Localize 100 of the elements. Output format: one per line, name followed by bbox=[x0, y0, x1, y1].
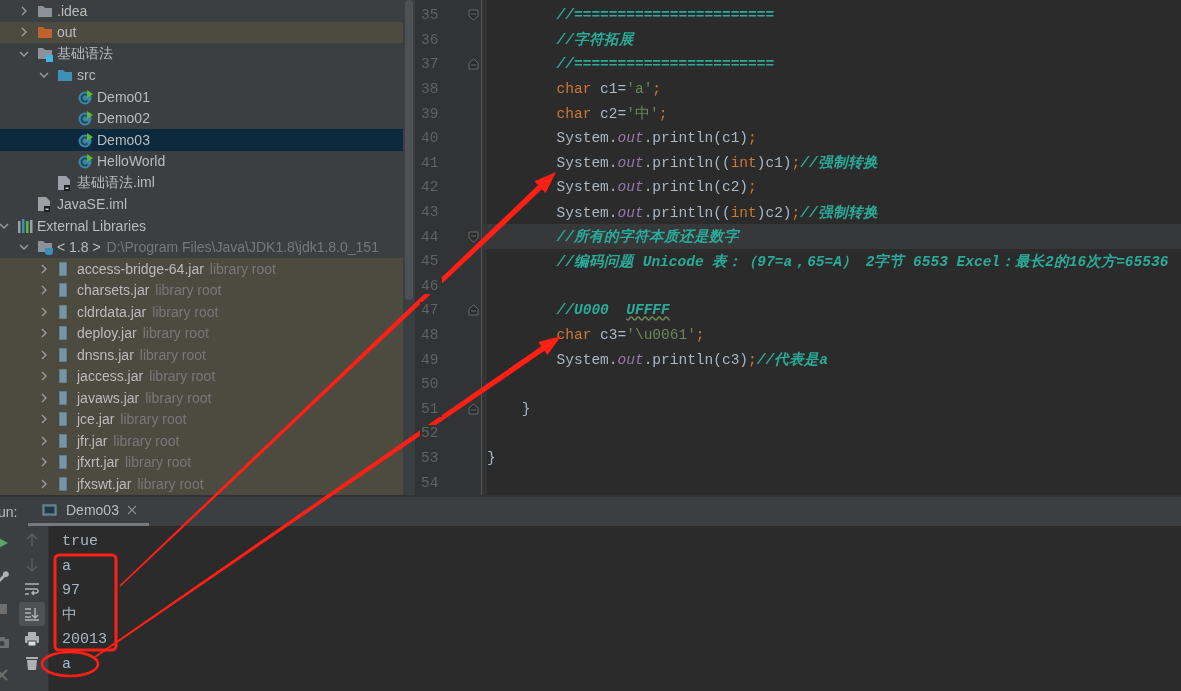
console-line: 97 bbox=[62, 581, 80, 601]
libraries-icon bbox=[17, 217, 35, 234]
chevron-right-icon[interactable] bbox=[39, 392, 49, 403]
code-line: char c2='中'; bbox=[555, 104, 668, 124]
module-folder-icon bbox=[37, 45, 53, 62]
code-line: //======================= bbox=[555, 7, 775, 24]
item-detail: library root bbox=[155, 282, 222, 299]
tree-item[interactable]: cldrdata.jar library root bbox=[0, 301, 403, 323]
item-detail: library root bbox=[139, 346, 206, 363]
fold-marker-icon[interactable] bbox=[467, 230, 479, 243]
jar-icon bbox=[57, 475, 69, 492]
jdk-folder-icon bbox=[37, 239, 55, 256]
chevron-right-icon[interactable] bbox=[39, 414, 49, 425]
jar-icon bbox=[57, 346, 69, 363]
jar-icon bbox=[57, 282, 69, 299]
tree-item[interactable]: 基础语法.iml bbox=[0, 172, 403, 194]
code-line: System.out.println(c2); bbox=[555, 179, 757, 196]
chevron-right-icon[interactable] bbox=[39, 371, 49, 382]
tree-item[interactable]: jaccess.jar library root bbox=[0, 365, 403, 387]
jar-icon bbox=[57, 389, 69, 406]
tree-item[interactable]: .idea bbox=[0, 0, 403, 22]
fold-marker-icon[interactable] bbox=[467, 58, 479, 71]
chevron-right-icon[interactable] bbox=[39, 349, 49, 360]
tree-item[interactable]: Demo01 bbox=[0, 86, 403, 108]
jar-icon bbox=[57, 432, 69, 449]
folder-icon bbox=[37, 25, 53, 40]
item-detail: library root bbox=[125, 454, 192, 471]
chevron-right-icon[interactable] bbox=[39, 285, 49, 296]
console-icon bbox=[42, 503, 58, 517]
chevron-right-icon[interactable] bbox=[19, 27, 29, 38]
console-line: 20013 bbox=[62, 630, 107, 650]
scroll-to-end-icon[interactable] bbox=[24, 606, 40, 623]
chevron-right-icon[interactable] bbox=[39, 478, 49, 489]
chevron-right-icon[interactable] bbox=[39, 435, 49, 446]
tree-item[interactable]: jfr.jar library root bbox=[0, 430, 403, 452]
tree-item[interactable]: jfxswt.jar library root bbox=[0, 473, 403, 495]
console-line: a bbox=[62, 556, 71, 577]
folder-icon bbox=[57, 68, 73, 83]
item-detail: library root bbox=[209, 260, 276, 277]
console-line: true bbox=[62, 532, 98, 552]
tree-item[interactable]: < 1.8 > D:\Program Files\Java\JDK1.8\jdk1.8.0_151 bbox=[0, 236, 403, 258]
jar-icon bbox=[57, 411, 69, 428]
tree-item[interactable]: dnsns.jar library root bbox=[0, 344, 403, 366]
item-detail: library root bbox=[120, 411, 187, 428]
tree-item[interactable]: Demo02 bbox=[0, 107, 403, 129]
tree-item[interactable]: access-bridge-64.jar library root bbox=[0, 258, 403, 280]
annotation-ellipse bbox=[40, 650, 100, 678]
chevron-right-icon[interactable] bbox=[19, 5, 29, 16]
tree-item[interactable]: JavaSE.iml bbox=[0, 193, 403, 215]
item-detail: library root bbox=[149, 368, 216, 385]
code-line: System.out.println((int)c1);//强制转换 bbox=[555, 153, 878, 173]
tree-item[interactable]: Demo03 bbox=[0, 129, 403, 151]
chevron-right-icon[interactable] bbox=[39, 306, 49, 317]
tree-item[interactable]: javaws.jar library root bbox=[0, 387, 403, 409]
code-line: //字符拓展 bbox=[555, 30, 634, 50]
code-line: //所有的字符本质还是数字 bbox=[555, 227, 739, 247]
close-icon[interactable] bbox=[126, 505, 137, 515]
chevron-right-icon[interactable] bbox=[39, 457, 49, 468]
jar-icon bbox=[57, 303, 69, 320]
tree-item[interactable]: 基础语法 bbox=[0, 43, 403, 65]
jar-icon bbox=[57, 325, 69, 342]
folder-icon bbox=[37, 3, 53, 18]
trash-icon[interactable] bbox=[24, 655, 40, 672]
printer-icon[interactable] bbox=[24, 630, 40, 647]
code-line: //编码问题 Unicode 表：（97=a，65=A） 2字节 6553 Excel：最长2的16次方=65536 bbox=[555, 252, 1169, 271]
console-line: 中 bbox=[62, 605, 77, 626]
tree-item[interactable]: src bbox=[0, 64, 403, 86]
item-detail: library root bbox=[145, 389, 212, 406]
tree-item[interactable]: HelloWorld bbox=[0, 150, 403, 172]
item-detail: library root bbox=[137, 475, 204, 492]
tree-item[interactable]: External Libraries bbox=[0, 215, 403, 237]
code-line: char c3='\u0061'; bbox=[555, 327, 705, 343]
code-line: System.out.println(c1); bbox=[555, 130, 757, 147]
class-icon bbox=[77, 131, 93, 148]
code-line: //======================= bbox=[555, 56, 775, 73]
class-icon bbox=[77, 110, 93, 127]
chevron-right-icon[interactable] bbox=[39, 263, 49, 274]
file-icon bbox=[37, 196, 51, 213]
jar-icon bbox=[57, 368, 69, 385]
tree-item[interactable]: charsets.jar library root bbox=[0, 279, 403, 301]
fold-marker-icon[interactable] bbox=[467, 304, 479, 317]
code-line: //U000 UFFFF bbox=[555, 302, 670, 319]
class-icon bbox=[77, 153, 93, 170]
class-icon bbox=[77, 88, 93, 105]
chevron-right-icon[interactable] bbox=[39, 328, 49, 339]
jar-icon bbox=[57, 454, 69, 471]
soft-wrap-icon[interactable] bbox=[24, 581, 40, 598]
jar-icon bbox=[57, 260, 69, 277]
tree-item[interactable]: out bbox=[0, 21, 403, 43]
code-line: char c1='a'; bbox=[555, 81, 662, 98]
item-detail: D:\Program Files\Java\JDK1.8\jdk1.8.0_151 bbox=[106, 239, 379, 256]
fold-marker-icon[interactable] bbox=[467, 9, 479, 22]
fold-marker-icon[interactable] bbox=[467, 402, 479, 415]
item-detail: library root bbox=[152, 303, 219, 320]
code-line: } bbox=[487, 450, 496, 466]
code-line: System.out.println((int)c2);//强制转换 bbox=[555, 203, 878, 222]
item-detail: library root bbox=[142, 325, 209, 342]
item-detail: library root bbox=[113, 432, 180, 449]
code-line: System.out.println(c3);//代表是a bbox=[555, 350, 828, 370]
console-line: a bbox=[62, 654, 71, 675]
